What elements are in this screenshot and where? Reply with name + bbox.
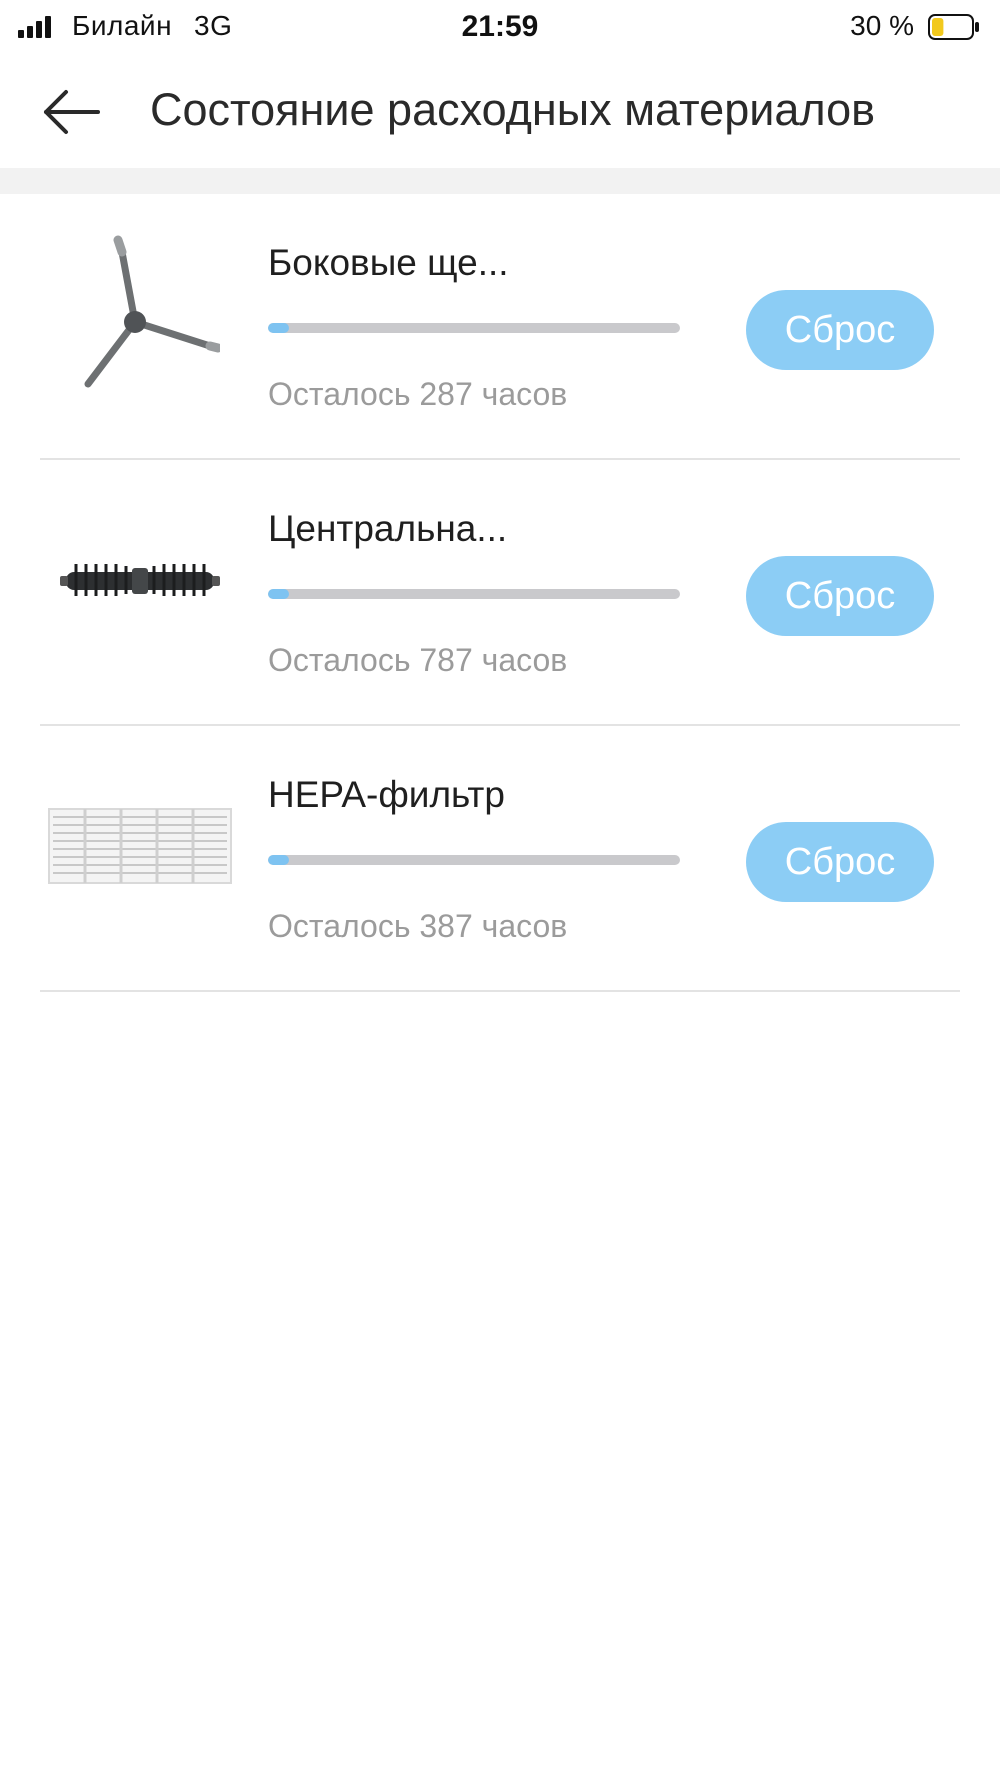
progress-bar <box>268 589 680 599</box>
consumable-item-main-brush: Центральна... Осталось 787 часов Сброс <box>0 460 1000 726</box>
progress-fill <box>268 589 289 599</box>
reset-button[interactable]: Сброс <box>746 822 934 902</box>
status-bar: Билайн 3G 21:59 30 % <box>0 0 1000 56</box>
item-name: Центральна... <box>268 508 508 549</box>
side-brush-icon <box>40 224 240 404</box>
remaining-hours: Осталось 287 часов <box>268 376 568 412</box>
page-header: Состояние расходных материалов <box>0 56 1000 168</box>
page-title: Состояние расходных материалов <box>150 84 876 135</box>
arrow-left-icon <box>44 90 100 134</box>
hepa-filter-icon <box>40 756 240 936</box>
remaining-hours: Осталось 787 часов <box>268 642 568 678</box>
consumable-item-side-brush: Боковые ще... Осталось 287 часов Сброс <box>0 194 1000 460</box>
progress-bar <box>268 855 680 865</box>
main-brush-icon <box>40 490 240 670</box>
reset-button[interactable]: Сброс <box>746 290 934 370</box>
consumables-list: Боковые ще... Осталось 287 часов Сброс Ц… <box>0 194 1000 992</box>
item-divider <box>40 990 960 992</box>
progress-fill <box>268 855 289 865</box>
progress-fill <box>268 323 289 333</box>
reset-button[interactable]: Сброс <box>746 556 934 636</box>
remaining-hours: Осталось 387 часов <box>268 908 568 944</box>
progress-bar <box>268 323 680 333</box>
item-name: HEPA-фильтр <box>268 774 505 815</box>
back-button[interactable] <box>36 80 108 144</box>
section-divider <box>0 168 1000 194</box>
item-name: Боковые ще... <box>268 242 509 283</box>
battery-icon <box>928 14 979 40</box>
consumable-item-hepa-filter: HEPA-фильтр Осталось 387 часов Сброс <box>0 726 1000 992</box>
battery-percent: 30 % <box>850 10 914 41</box>
